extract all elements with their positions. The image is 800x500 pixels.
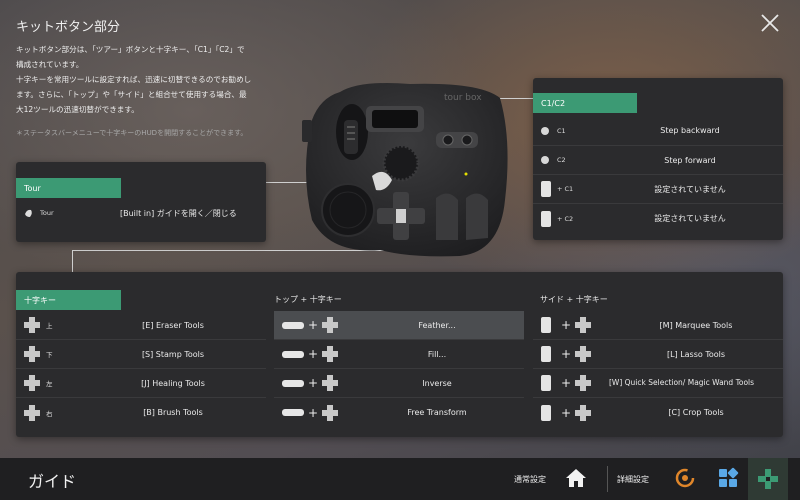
side-dpad-row[interactable]: + [L] Lasso Tools (533, 340, 783, 369)
dpad-icon (322, 404, 339, 421)
dpad-icon (322, 346, 339, 362)
tourbox-device: tour box (302, 83, 508, 257)
top-button-icon (282, 379, 304, 387)
dpad-down-icon (24, 346, 40, 362)
tour-value: [Built in] ガイドを開く／閉じる (120, 208, 237, 218)
top-dpad-row[interactable]: + Inverse (274, 369, 524, 398)
hud-note: ＊ステータスバーメニューで十字キーのHUDを開閉することができます。 (16, 129, 248, 137)
divider (607, 466, 608, 492)
tour-button-icon (25, 209, 32, 217)
c2-button-icon (541, 156, 549, 164)
side-dpad-header: サイド + 十字キー (540, 295, 608, 304)
sync-icon[interactable] (674, 467, 696, 489)
side-button-icon (541, 317, 551, 333)
side-c2-row[interactable]: + C2 設定されていません (533, 204, 783, 233)
c1c2-header: C1/C2 (533, 93, 637, 113)
dpad-icon (322, 375, 339, 391)
top-dpad-header: トップ + 十字キー (274, 295, 342, 304)
c1-row[interactable]: C1 Step backward (533, 116, 783, 146)
side-c2-value: 設定されていません (654, 214, 726, 223)
top-dpad-row[interactable]: + Fill... (274, 340, 524, 369)
dpad-icon (575, 375, 592, 391)
c2-row[interactable]: C2 Step forward (533, 146, 783, 175)
dpad-right-row[interactable]: 右 [B] Brush Tools (16, 398, 266, 427)
side-dpad-row[interactable]: + [M] Marquee Tools (533, 311, 783, 340)
tour-row[interactable]: Tour [Built in] ガイドを開く／閉じる (16, 202, 266, 224)
home-icon[interactable] (565, 468, 587, 488)
tour-key: Tour (40, 209, 54, 217)
side-button-icon (541, 404, 551, 421)
top-button-icon (282, 409, 304, 416)
dpad-up-row[interactable]: 上 [E] Eraser Tools (16, 311, 266, 340)
tour-panel: Tour Tour [Built in] ガイドを開く／閉じる (16, 162, 266, 242)
dpad-left-icon (24, 375, 40, 391)
dpad-left-row[interactable]: 左 [J] Healing Tools (16, 369, 266, 398)
c1c2-panel: C1/C2 C1 Step backward C2 Step forward +… (533, 78, 783, 240)
top-dpad-row[interactable]: + Free Transform (274, 398, 524, 427)
dpad-icon (575, 346, 592, 362)
side-c1-row[interactable]: + C1 設定されていません (533, 175, 783, 204)
side-button-icon (541, 181, 551, 197)
side-button-icon (541, 210, 551, 227)
dpad-panel: 十字キー 上 [E] Eraser Tools 下 [S] Stamp Tool… (16, 272, 783, 437)
c1-button-icon (541, 126, 549, 135)
side-dpad-row[interactable]: + [C] Crop Tools (533, 398, 783, 427)
page-title: キットボタン部分 (16, 20, 121, 35)
dpad-icon (322, 317, 339, 333)
normal-settings-label[interactable]: 通常設定 (514, 474, 546, 485)
guide-title: ガイド (28, 472, 77, 491)
side-button-icon (541, 375, 551, 391)
description: キットボタン部分は、「ツアー」ボタンと十字キー、「C1」「C2」で 構成されてい… (16, 45, 252, 114)
side-c1-value: 設定されていません (654, 184, 726, 194)
advanced-settings-label[interactable]: 詳細設定 (617, 474, 649, 485)
dpad-down-row[interactable]: 下 [S] Stamp Tools (16, 340, 266, 369)
dpad-icon (575, 317, 592, 333)
dpad-icon (575, 404, 592, 421)
device-logo: tour box (444, 93, 482, 103)
guide-tab-active[interactable] (748, 458, 788, 500)
apps-icon[interactable] (717, 467, 739, 489)
connector-line (72, 250, 73, 272)
top-button-icon (282, 321, 304, 329)
dpad-header: 十字キー (16, 290, 121, 310)
side-button-icon (541, 346, 551, 362)
c1-value: Step backward (660, 126, 720, 135)
side-dpad-row[interactable]: + [W] Quick Selection/ Magic Wand Tools (533, 369, 783, 398)
c2-value: Step forward (664, 155, 716, 165)
tour-header: Tour (16, 178, 121, 198)
dpad-right-icon (24, 404, 40, 421)
close-icon[interactable] (759, 12, 781, 34)
dpad-guide-icon (758, 469, 778, 489)
top-dpad-row-selected[interactable]: + Feather... (274, 311, 524, 340)
top-button-icon (282, 350, 304, 358)
dpad-up-icon (24, 317, 40, 333)
